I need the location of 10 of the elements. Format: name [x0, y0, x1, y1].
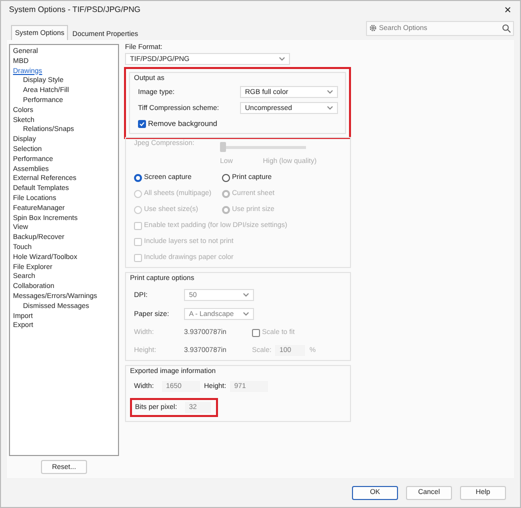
close-button[interactable]: ✕ — [504, 4, 512, 15]
window-title: System Options - TIF/PSD/JPG/PNG — [9, 5, 140, 14]
search-icon — [502, 24, 511, 34]
chevron-down-icon — [243, 293, 249, 298]
gear-icon — [369, 24, 377, 32]
chevron-down-icon — [243, 312, 249, 316]
chevron-down-icon — [279, 57, 285, 62]
checkmark-icon — [139, 120, 145, 127]
chevron-down-icon — [327, 106, 333, 110]
chevron-down-icon — [327, 90, 333, 94]
